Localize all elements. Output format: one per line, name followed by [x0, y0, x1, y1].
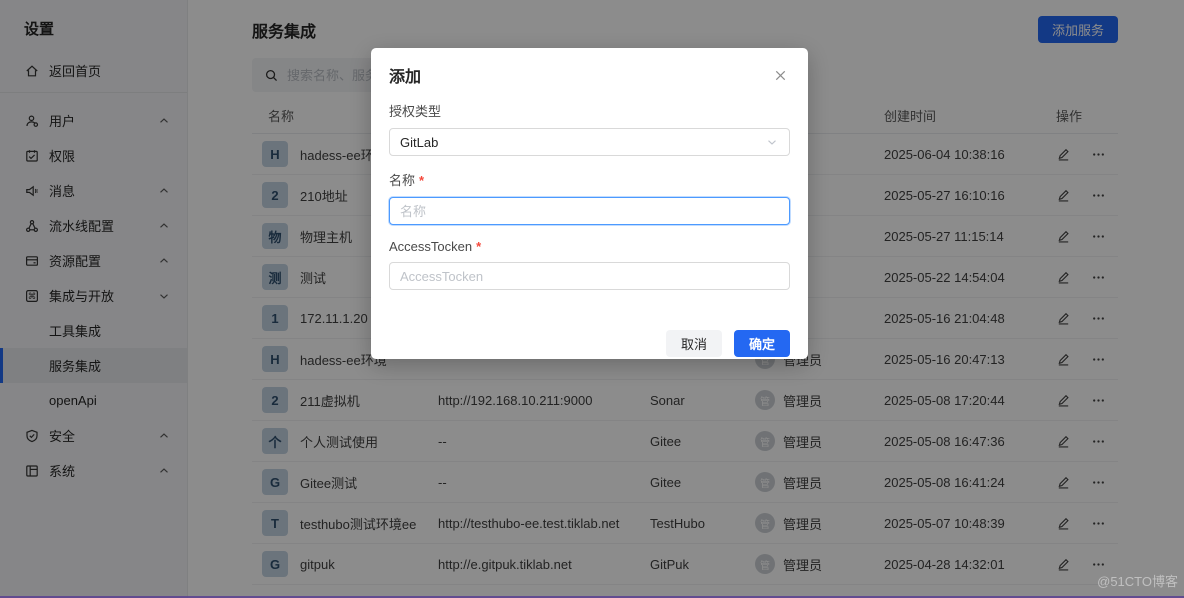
access-token-label: AccessTocken*: [389, 239, 790, 254]
dialog-title: 添加: [389, 63, 421, 87]
required-mark: *: [476, 239, 481, 254]
required-mark: *: [419, 173, 424, 188]
auth-type-label: 授权类型: [389, 101, 790, 120]
watermark: @51CTO博客: [1097, 571, 1178, 590]
close-icon[interactable]: [771, 66, 790, 85]
auth-type-value: GitLab: [400, 135, 438, 150]
chevron-down-icon: [765, 135, 779, 149]
auth-type-select[interactable]: GitLab: [389, 128, 790, 156]
add-dialog: 添加 授权类型 GitLab 名称* AccessTocken* 取消 确定: [371, 48, 808, 359]
name-field[interactable]: [389, 197, 790, 225]
name-label: 名称*: [389, 170, 790, 189]
access-token-field[interactable]: [389, 262, 790, 290]
cancel-button[interactable]: 取消: [666, 330, 722, 357]
confirm-button[interactable]: 确定: [734, 330, 790, 357]
